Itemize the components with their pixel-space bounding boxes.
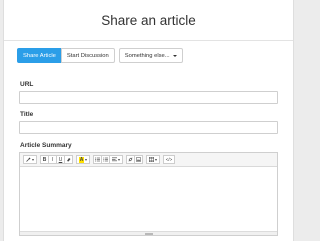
insert-table-button[interactable] xyxy=(146,155,160,164)
insert-image-button[interactable] xyxy=(134,155,143,164)
dropdown-label: Something else... xyxy=(124,52,170,59)
paragraph-align-button[interactable] xyxy=(109,155,123,164)
article-summary-label: Article Summary xyxy=(20,142,72,149)
editor-toolbar: B I U A </> xyxy=(20,153,277,167)
code-view-button[interactable]: </> xyxy=(163,155,175,164)
post-type-tabs: Share Article Start Discussion Something… xyxy=(17,48,183,63)
editor-resize-handle[interactable] xyxy=(20,231,277,235)
page-title: Share an article xyxy=(101,12,196,28)
chevron-down-icon xyxy=(118,158,120,161)
rich-text-editor: B I U A </> xyxy=(19,152,278,236)
image-icon xyxy=(136,157,141,162)
font-color-button[interactable]: A xyxy=(76,155,90,164)
card-header: Share an article xyxy=(4,0,293,41)
bullet-list-icon xyxy=(95,157,100,162)
chevron-down-icon xyxy=(155,158,157,161)
tab-start-discussion[interactable]: Start Discussion xyxy=(60,48,115,63)
tab-something-else-dropdown[interactable]: Something else... xyxy=(118,48,183,63)
tab-share-article[interactable]: Share Article xyxy=(17,48,62,63)
chevron-down-icon xyxy=(85,158,88,161)
numbered-list-icon xyxy=(103,157,108,162)
editor-content-area[interactable] xyxy=(20,167,277,231)
link-icon xyxy=(128,157,133,162)
grip-icon xyxy=(144,232,153,235)
chevron-down-icon xyxy=(32,158,34,161)
clear-format-button[interactable] xyxy=(64,155,73,164)
share-article-card: Share an article Share Article Start Dis… xyxy=(3,0,294,241)
wand-icon xyxy=(26,157,31,162)
chevron-down-icon xyxy=(172,54,177,57)
title-label: Title xyxy=(20,111,34,118)
font-color-icon: A xyxy=(78,156,85,163)
table-icon xyxy=(149,157,154,162)
title-field[interactable] xyxy=(19,121,278,134)
eraser-icon xyxy=(67,158,71,162)
url-field[interactable] xyxy=(19,91,278,104)
align-left-icon xyxy=(112,157,117,162)
url-label: URL xyxy=(20,81,34,88)
magic-wand-style-button[interactable] xyxy=(23,155,37,164)
